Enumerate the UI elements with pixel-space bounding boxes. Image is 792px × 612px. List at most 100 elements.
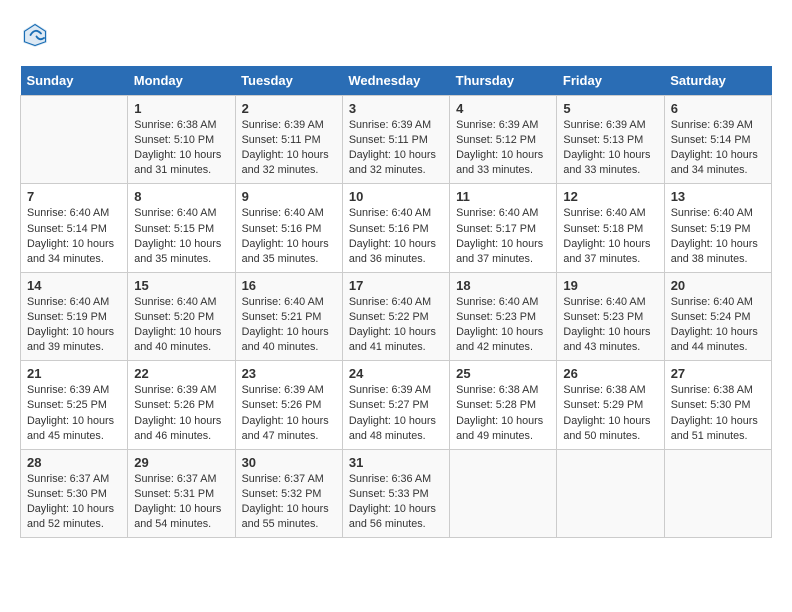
- calendar-cell: 14Sunrise: 6:40 AMSunset: 5:19 PMDayligh…: [21, 272, 128, 360]
- calendar-week-row: 14Sunrise: 6:40 AMSunset: 5:19 PMDayligh…: [21, 272, 772, 360]
- day-info: Sunrise: 6:39 AMSunset: 5:14 PMDaylight:…: [671, 118, 765, 178]
- day-number: 8: [134, 189, 228, 204]
- column-header-saturday: Saturday: [664, 66, 771, 96]
- day-number: 22: [134, 366, 228, 381]
- day-number: 9: [242, 189, 336, 204]
- day-number: 26: [563, 366, 657, 381]
- calendar-cell: 6 Sunrise: 6:39 AMSunset: 5:14 PMDaylight…: [664, 96, 771, 184]
- calendar-cell: 10 Sunrise: 6:40 AMSunset: 5:16 PMDayligh…: [342, 184, 449, 272]
- calendar-week-row: 28 Sunrise: 6:37 AMSunset: 5:30 PMDayligh…: [21, 449, 772, 537]
- day-info: Sunrise: 6:39 AMSunset: 5:12 PMDaylight:…: [456, 118, 550, 178]
- calendar-cell: 25 Sunrise: 6:38 AMSunset: 5:28 PMDayligh…: [450, 361, 557, 449]
- calendar-cell: 19 Sunrise: 6:40 AMSunset: 5:23 PMDayligh…: [557, 272, 664, 360]
- day-info: Sunrise: 6:38 AMSunset: 5:10 PMDaylight:…: [134, 118, 228, 178]
- day-number: 27: [671, 366, 765, 381]
- day-info: Sunrise: 6:37 AMSunset: 5:32 PMDaylight:…: [242, 472, 336, 532]
- calendar-cell: 7 Sunrise: 6:40 AMSunset: 5:14 PMDaylight…: [21, 184, 128, 272]
- day-info: Sunrise: 6:37 AMSunset: 5:30 PMDaylight:…: [27, 472, 121, 532]
- day-number: 21: [27, 366, 121, 381]
- calendar-cell: 9 Sunrise: 6:40 AMSunset: 5:16 PMDaylight…: [235, 184, 342, 272]
- day-info: Sunrise: 6:40 AMSunset: 5:19 PMDaylight:…: [671, 206, 765, 266]
- day-info: Sunrise: 6:40 AMSunset: 5:23 PMDaylight:…: [563, 295, 657, 355]
- calendar-cell: 28 Sunrise: 6:37 AMSunset: 5:30 PMDayligh…: [21, 449, 128, 537]
- day-info: Sunrise: 6:38 AMSunset: 5:29 PMDaylight:…: [563, 383, 657, 443]
- day-info: Sunrise: 6:40 AMSunset: 5:23 PMDaylight:…: [456, 295, 550, 355]
- day-number: 12: [563, 189, 657, 204]
- column-header-tuesday: Tuesday: [235, 66, 342, 96]
- day-number: 11: [456, 189, 550, 204]
- day-number: 18: [456, 278, 550, 293]
- day-info: Sunrise: 6:40 AMSunset: 5:24 PMDaylight:…: [671, 295, 765, 355]
- day-number: 23: [242, 366, 336, 381]
- day-info: Sunrise: 6:39 AMSunset: 5:25 PMDaylight:…: [27, 383, 121, 443]
- calendar-header-row: SundayMondayTuesdayWednesdayThursdayFrid…: [21, 66, 772, 96]
- day-number: 29: [134, 455, 228, 470]
- day-info: Sunrise: 6:39 AMSunset: 5:26 PMDaylight:…: [134, 383, 228, 443]
- calendar-cell: 4 Sunrise: 6:39 AMSunset: 5:12 PMDaylight…: [450, 96, 557, 184]
- day-number: 30: [242, 455, 336, 470]
- calendar-cell: 15 Sunrise: 6:40 AMSunset: 5:20 PMDayligh…: [128, 272, 235, 360]
- calendar-cell: 23 Sunrise: 6:39 AMSunset: 5:26 PMDayligh…: [235, 361, 342, 449]
- logo: [20, 20, 54, 50]
- calendar-cell: 5Sunrise: 6:39 AMSunset: 5:13 PMDaylight…: [557, 96, 664, 184]
- calendar-cell: 11 Sunrise: 6:40 AMSunset: 5:17 PMDayligh…: [450, 184, 557, 272]
- calendar-week-row: 1 Sunrise: 6:38 AMSunset: 5:10 PMDaylight…: [21, 96, 772, 184]
- day-number: 15: [134, 278, 228, 293]
- calendar-cell: 30 Sunrise: 6:37 AMSunset: 5:32 PMDayligh…: [235, 449, 342, 537]
- day-number: 19: [563, 278, 657, 293]
- day-number: 6: [671, 101, 765, 116]
- day-info: Sunrise: 6:40 AMSunset: 5:19 PMDaylight:…: [27, 295, 121, 355]
- day-info: Sunrise: 6:40 AMSunset: 5:16 PMDaylight:…: [242, 206, 336, 266]
- calendar-cell: 13 Sunrise: 6:40 AMSunset: 5:19 PMDayligh…: [664, 184, 771, 272]
- day-info: Sunrise: 6:37 AMSunset: 5:31 PMDaylight:…: [134, 472, 228, 532]
- day-number: 3: [349, 101, 443, 116]
- calendar-cell: 29 Sunrise: 6:37 AMSunset: 5:31 PMDayligh…: [128, 449, 235, 537]
- column-header-wednesday: Wednesday: [342, 66, 449, 96]
- day-number: 31: [349, 455, 443, 470]
- calendar-cell: 17Sunrise: 6:40 AMSunset: 5:22 PMDayligh…: [342, 272, 449, 360]
- day-number: 7: [27, 189, 121, 204]
- calendar-cell: 2Sunrise: 6:39 AMSunset: 5:11 PMDaylight…: [235, 96, 342, 184]
- day-number: 28: [27, 455, 121, 470]
- column-header-sunday: Sunday: [21, 66, 128, 96]
- page-header: [20, 20, 772, 50]
- day-info: Sunrise: 6:39 AMSunset: 5:27 PMDaylight:…: [349, 383, 443, 443]
- day-info: Sunrise: 6:40 AMSunset: 5:18 PMDaylight:…: [563, 206, 657, 266]
- day-number: 1: [134, 101, 228, 116]
- calendar-cell: 12 Sunrise: 6:40 AMSunset: 5:18 PMDayligh…: [557, 184, 664, 272]
- calendar-cell: 26 Sunrise: 6:38 AMSunset: 5:29 PMDayligh…: [557, 361, 664, 449]
- calendar-cell: [450, 449, 557, 537]
- calendar-cell: 24 Sunrise: 6:39 AMSunset: 5:27 PMDayligh…: [342, 361, 449, 449]
- calendar-cell: 16Sunrise: 6:40 AMSunset: 5:21 PMDayligh…: [235, 272, 342, 360]
- day-info: Sunrise: 6:40 AMSunset: 5:17 PMDaylight:…: [456, 206, 550, 266]
- day-info: Sunrise: 6:38 AMSunset: 5:28 PMDaylight:…: [456, 383, 550, 443]
- day-info: Sunrise: 6:39 AMSunset: 5:11 PMDaylight:…: [349, 118, 443, 178]
- calendar-cell: 3 Sunrise: 6:39 AMSunset: 5:11 PMDaylight…: [342, 96, 449, 184]
- calendar-cell: 21 Sunrise: 6:39 AMSunset: 5:25 PMDayligh…: [21, 361, 128, 449]
- column-header-thursday: Thursday: [450, 66, 557, 96]
- day-number: 20: [671, 278, 765, 293]
- day-number: 2: [242, 101, 336, 116]
- calendar-cell: [664, 449, 771, 537]
- day-info: Sunrise: 6:40 AMSunset: 5:14 PMDaylight:…: [27, 206, 121, 266]
- day-info: Sunrise: 6:40 AMSunset: 5:16 PMDaylight:…: [349, 206, 443, 266]
- day-number: 13: [671, 189, 765, 204]
- day-info: Sunrise: 6:40 AMSunset: 5:20 PMDaylight:…: [134, 295, 228, 355]
- calendar-week-row: 21 Sunrise: 6:39 AMSunset: 5:25 PMDayligh…: [21, 361, 772, 449]
- calendar-week-row: 7 Sunrise: 6:40 AMSunset: 5:14 PMDaylight…: [21, 184, 772, 272]
- day-number: 4: [456, 101, 550, 116]
- calendar-cell: 31 Sunrise: 6:36 AMSunset: 5:33 PMDayligh…: [342, 449, 449, 537]
- day-info: Sunrise: 6:40 AMSunset: 5:15 PMDaylight:…: [134, 206, 228, 266]
- day-number: 10: [349, 189, 443, 204]
- column-header-monday: Monday: [128, 66, 235, 96]
- calendar-cell: 22 Sunrise: 6:39 AMSunset: 5:26 PMDayligh…: [128, 361, 235, 449]
- calendar-cell: 1 Sunrise: 6:38 AMSunset: 5:10 PMDaylight…: [128, 96, 235, 184]
- day-number: 16: [242, 278, 336, 293]
- day-info: Sunrise: 6:39 AMSunset: 5:26 PMDaylight:…: [242, 383, 336, 443]
- day-info: Sunrise: 6:36 AMSunset: 5:33 PMDaylight:…: [349, 472, 443, 532]
- day-number: 25: [456, 366, 550, 381]
- calendar-cell: 20 Sunrise: 6:40 AMSunset: 5:24 PMDayligh…: [664, 272, 771, 360]
- calendar-cell: 8 Sunrise: 6:40 AMSunset: 5:15 PMDaylight…: [128, 184, 235, 272]
- day-number: 24: [349, 366, 443, 381]
- column-header-friday: Friday: [557, 66, 664, 96]
